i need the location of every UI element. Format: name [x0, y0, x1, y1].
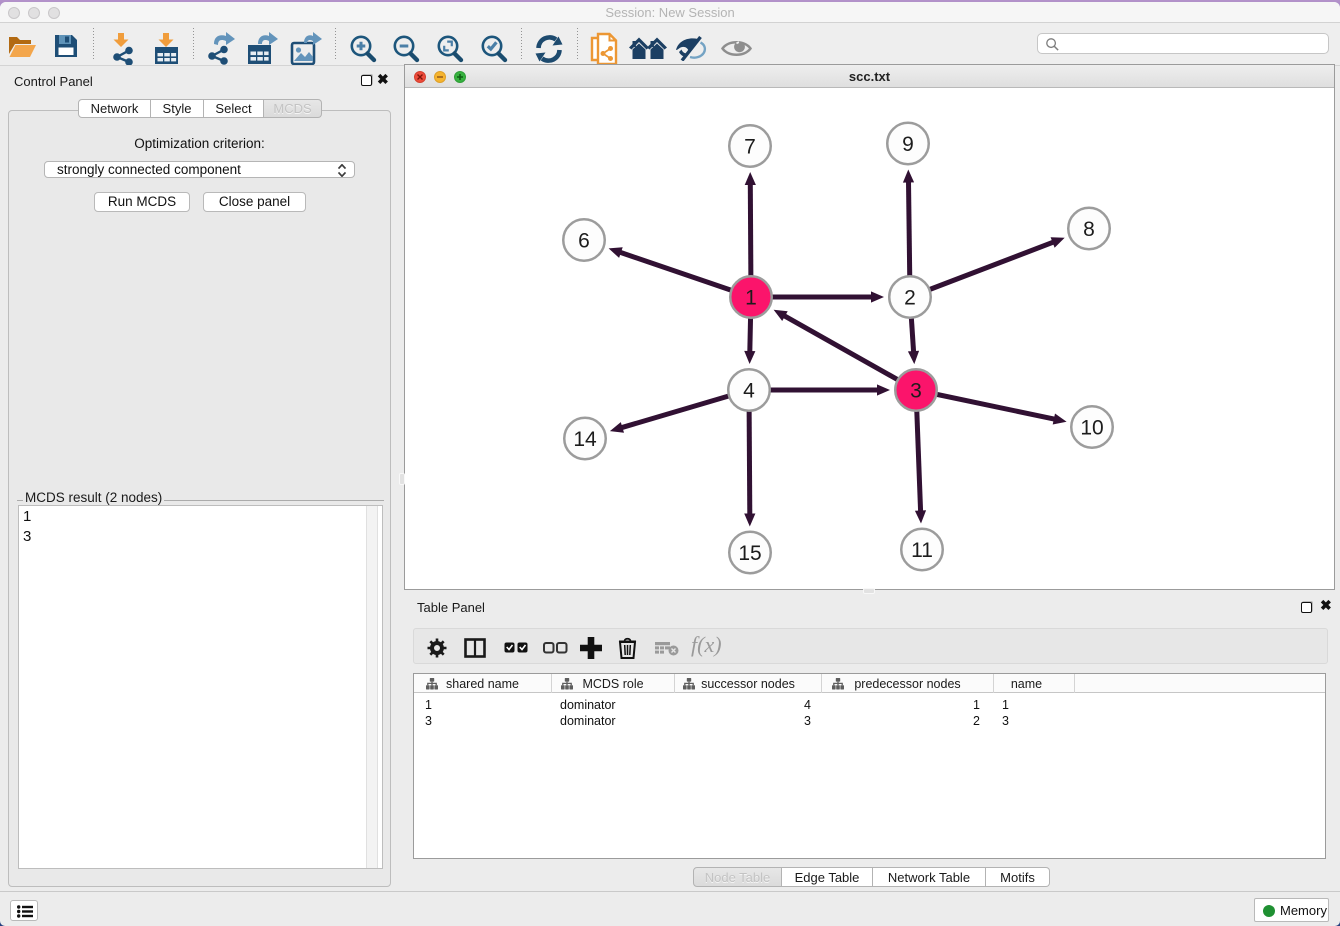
- svg-text:4: 4: [743, 380, 755, 403]
- svg-text:9: 9: [902, 133, 914, 156]
- svg-text:6: 6: [578, 230, 590, 253]
- svg-text:8: 8: [1083, 218, 1095, 241]
- svg-text:14: 14: [573, 428, 597, 451]
- svg-text:1: 1: [745, 287, 757, 310]
- svg-text:7: 7: [744, 136, 756, 159]
- svg-text:3: 3: [910, 380, 922, 403]
- svg-text:2: 2: [904, 287, 916, 310]
- svg-text:10: 10: [1080, 417, 1103, 440]
- svg-text:11: 11: [911, 539, 933, 562]
- svg-text:15: 15: [738, 542, 761, 565]
